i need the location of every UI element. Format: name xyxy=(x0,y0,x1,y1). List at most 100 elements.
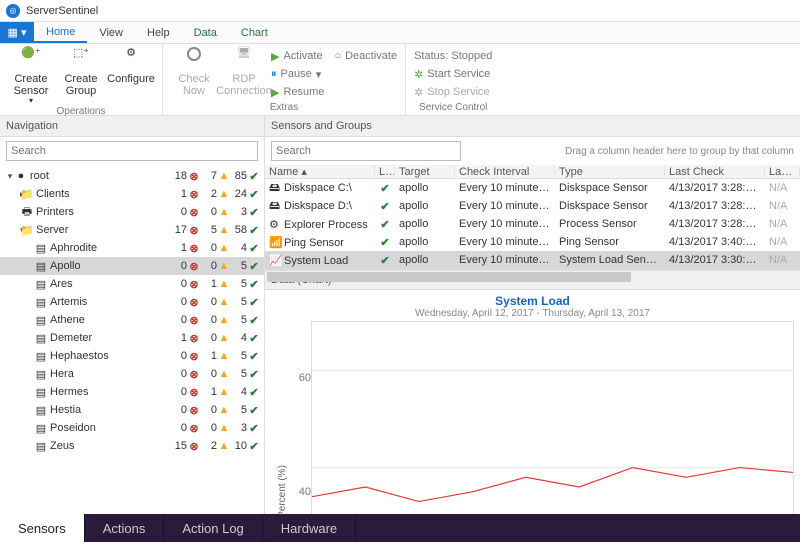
warning-icon: ▲ xyxy=(218,242,230,254)
tree-node-hermes[interactable]: ▤Hermes0⊗1▲4✔ xyxy=(0,383,264,401)
tree-node-hestia[interactable]: ▤Hestia0⊗0▲5✔ xyxy=(0,401,264,419)
horizontal-scrollbar[interactable] xyxy=(265,269,800,270)
y-ticks: 604020 xyxy=(293,321,311,514)
tree-node-demeter[interactable]: ▤Demeter1⊗0▲4✔ xyxy=(0,329,264,347)
ok-icon: ✔ xyxy=(248,350,260,363)
group-by-hint: Drag a column header here to group by th… xyxy=(467,146,800,157)
configure-button[interactable]: ⚙ Configure xyxy=(108,47,154,106)
tree-node-hera[interactable]: ▤Hera0⊗0▲5✔ xyxy=(0,365,264,383)
menu-help[interactable]: Help xyxy=(135,22,182,43)
tree-node-zeus[interactable]: ▤Zeus15⊗2▲10✔ xyxy=(0,437,264,455)
bottom-tab-bar[interactable]: SensorsActionsAction LogHardware xyxy=(0,514,800,542)
stop-icon: ✲ xyxy=(414,86,423,99)
ok-icon: ✔ xyxy=(248,314,260,327)
create-sensor-button[interactable]: 🟢⁺ Create Sensor ▾ xyxy=(8,47,54,106)
tree-node-ares[interactable]: ▤Ares0⊗1▲5✔ xyxy=(0,275,264,293)
warning-icon: ▲ xyxy=(218,404,230,416)
node-icon: ▤ xyxy=(34,350,48,363)
node-icon: ▤ xyxy=(34,386,48,399)
service-status: Status: Stopped xyxy=(414,47,492,65)
title-bar: ◎ ServerSentinel xyxy=(0,0,800,22)
deactivate-button[interactable]: ○Deactivate xyxy=(334,47,397,65)
menu-view[interactable]: View xyxy=(87,22,135,43)
error-icon: ⊗ xyxy=(188,296,200,309)
grid-body[interactable]: 🖴Diskspace C:\✔apolloEvery 10 minute(s)D… xyxy=(265,179,800,269)
menu-data[interactable]: Data xyxy=(182,22,229,43)
warning-icon: ▲ xyxy=(218,224,230,236)
tree-node-poseidon[interactable]: ▤Poseidon0⊗0▲3✔ xyxy=(0,419,264,437)
grid-header[interactable]: Name ▴ L... Target Check Interval Type L… xyxy=(265,165,800,179)
start-service-button[interactable]: ✲Start Service xyxy=(414,65,492,83)
tree-node-artemis[interactable]: ▤Artemis0⊗0▲5✔ xyxy=(0,293,264,311)
sensor-row[interactable]: 🖴Diskspace D:\✔apolloEvery 10 minute(s)D… xyxy=(265,197,800,215)
error-icon: ⊗ xyxy=(188,386,200,399)
sensor-row[interactable]: 🖴Diskspace C:\✔apolloEvery 10 minute(s)D… xyxy=(265,179,800,197)
node-icon: ▤ xyxy=(34,404,48,417)
content-pane: Sensors and Groups Drag a column header … xyxy=(265,116,800,514)
tree-node-server[interactable]: ▾📁Server17⊗5▲58✔ xyxy=(0,221,264,239)
rdp-icon: 🖥 xyxy=(232,47,256,71)
menu-home[interactable]: Home xyxy=(34,22,87,43)
menu-chart[interactable]: Chart xyxy=(229,22,280,43)
node-icon: ▤ xyxy=(34,422,48,435)
bottom-tab-sensors[interactable]: Sensors xyxy=(0,514,85,542)
tree-node-root[interactable]: ▾●root18⊗7▲85✔ xyxy=(0,167,264,185)
group-caption: Service Control xyxy=(414,102,492,115)
bottom-tab-action-log[interactable]: Action Log xyxy=(164,514,262,542)
sensor-icon: 🟢⁺ xyxy=(19,47,43,71)
tree-node-printers[interactable]: 🖶Printers0⊗0▲3✔ xyxy=(0,203,264,221)
y-axis-label: Percent (%) xyxy=(271,321,293,514)
tree-node-apollo[interactable]: ▤Apollo0⊗0▲5✔ xyxy=(0,257,264,275)
chart-subtitle: Wednesday, April 12, 2017 - Thursday, Ap… xyxy=(271,308,794,319)
error-icon: ⊗ xyxy=(188,278,200,291)
ok-icon: ✔ xyxy=(248,386,260,399)
ok-icon: ✔ xyxy=(248,224,260,237)
rdp-button[interactable]: 🖥 RDP Connection xyxy=(221,47,267,102)
warning-icon: ▲ xyxy=(218,260,230,272)
sensor-row[interactable]: 📶Ping Sensor✔apolloEvery 10 minute(s)Pin… xyxy=(265,233,800,251)
sensors-search-input[interactable] xyxy=(271,141,461,161)
bottom-tab-actions[interactable]: Actions xyxy=(85,514,165,542)
status-ok-icon: ✔ xyxy=(375,218,395,231)
sensor-icon: ⚙ xyxy=(269,218,281,231)
error-icon: ⊗ xyxy=(188,260,200,273)
tree-node-hephaestos[interactable]: ▤Hephaestos0⊗1▲5✔ xyxy=(0,347,264,365)
sensor-row[interactable]: 📈System Load✔apolloEvery 10 minute(s)Sys… xyxy=(265,251,800,269)
error-icon: ⊗ xyxy=(188,368,200,381)
tree-node-athene[interactable]: ▤Athene0⊗0▲5✔ xyxy=(0,311,264,329)
error-icon: ⊗ xyxy=(188,404,200,417)
file-menu-button[interactable]: ▦ ▾ xyxy=(0,22,34,43)
ok-icon: ✔ xyxy=(248,188,260,201)
error-icon: ⊗ xyxy=(188,170,200,183)
node-icon: ▤ xyxy=(34,332,48,345)
ok-icon: ✔ xyxy=(248,404,260,417)
chart-plot[interactable] xyxy=(311,321,794,514)
warning-icon: ▲ xyxy=(218,278,230,290)
create-group-button[interactable]: ⬚⁺ Create Group xyxy=(58,47,104,106)
nav-search-input[interactable] xyxy=(6,141,258,161)
start-icon: ✲ xyxy=(414,68,423,81)
ribbon-group-operations: 🟢⁺ Create Sensor ▾ ⬚⁺ Create Group ⚙ Con… xyxy=(0,44,163,115)
node-icon: 📁 xyxy=(20,224,34,237)
activate-button[interactable]: ▶Activate xyxy=(271,47,324,65)
warning-icon: ▲ xyxy=(218,386,230,398)
pause-button[interactable]: ⏸Pause ▾ xyxy=(271,65,324,83)
tree-node-aphrodite[interactable]: ▤Aphrodite1⊗0▲4✔ xyxy=(0,239,264,257)
node-icon: ▤ xyxy=(34,260,48,273)
ribbon: 🟢⁺ Create Sensor ▾ ⬚⁺ Create Group ⚙ Con… xyxy=(0,44,800,116)
resume-button[interactable]: ▶Resume xyxy=(271,83,324,101)
ok-icon: ✔ xyxy=(248,440,260,453)
refresh-icon xyxy=(182,47,206,71)
status-ok-icon: ✔ xyxy=(375,200,395,213)
warning-icon: ▲ xyxy=(218,422,230,434)
node-icon: ▤ xyxy=(34,314,48,327)
error-icon: ⊗ xyxy=(188,206,200,219)
sensor-row[interactable]: ⚙Explorer Process✔apolloEvery 10 minute(… xyxy=(265,215,800,233)
status-ok-icon: ✔ xyxy=(375,236,395,249)
group-caption: Extras xyxy=(171,102,397,115)
tree-node-clients[interactable]: ▸📁Clients1⊗2▲24✔ xyxy=(0,185,264,203)
bottom-tab-hardware[interactable]: Hardware xyxy=(263,514,356,542)
check-now-button[interactable]: Check Now xyxy=(171,47,217,102)
nav-tree[interactable]: ▾●root18⊗7▲85✔▸📁Clients1⊗2▲24✔🖶Printers0… xyxy=(0,165,264,514)
stop-service-button[interactable]: ✲Stop Service xyxy=(414,83,492,101)
